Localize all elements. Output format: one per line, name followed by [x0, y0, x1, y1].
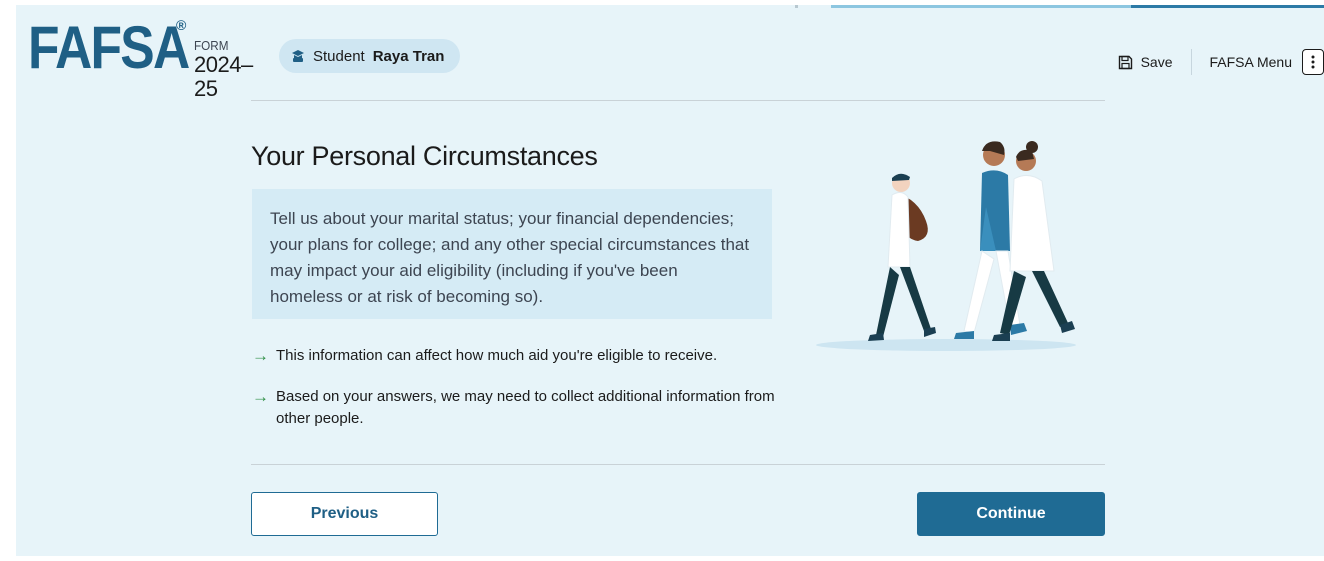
student-prefix: Student: [313, 47, 365, 65]
previous-button[interactable]: Previous: [251, 492, 438, 536]
fafsa-menu-label[interactable]: FAFSA Menu: [1210, 54, 1292, 70]
list-item: → This information can affect how much a…: [252, 345, 792, 367]
floppy-disk-icon: [1118, 55, 1132, 69]
fafsa-logo: FAFSA ® FORM 2024–25: [28, 14, 253, 101]
top-actions: Save FAFSA Menu: [1118, 49, 1324, 75]
page-title: Your Personal Circumstances: [251, 141, 598, 171]
student-name: Raya Tran: [372, 47, 445, 65]
arrow-right-icon: →: [252, 346, 269, 365]
continue-button[interactable]: Continue: [917, 492, 1105, 536]
form-label: FORM: [194, 38, 229, 53]
form-label-block: FORM 2024–25: [194, 39, 253, 101]
page: FAFSA ® FORM 2024–25 Student Raya Tran S…: [16, 5, 1324, 556]
graduation-cap-icon: [292, 50, 304, 62]
brand-wordmark: FAFSA: [28, 14, 190, 81]
list-item: → Based on your answers, we may need to …: [252, 386, 792, 430]
info-list: → This information can affect how much a…: [252, 345, 792, 449]
save-button[interactable]: Save: [1118, 49, 1192, 75]
student-badge: Student Raya Tran: [279, 39, 461, 73]
kebab-menu-icon: [1311, 55, 1315, 69]
students-walking-illustration: [816, 141, 1076, 351]
form-year: 2024–25: [194, 52, 253, 101]
arrow-right-icon: →: [252, 387, 269, 406]
save-label: Save: [1140, 54, 1173, 70]
divider-top: [251, 100, 1105, 101]
intro-callout: Tell us about your marital status; your …: [252, 189, 772, 319]
divider-bottom: [251, 464, 1105, 465]
registered-mark: ®: [176, 17, 187, 33]
list-item-text: This information can affect how much aid…: [276, 347, 718, 364]
list-item-text: Based on your answers, we may need to co…: [276, 388, 775, 427]
decorative-top-band: [795, 5, 1324, 8]
fafsa-menu-button[interactable]: [1302, 49, 1324, 75]
